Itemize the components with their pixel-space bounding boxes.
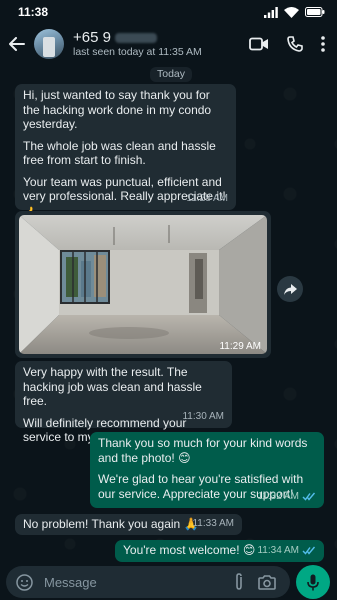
camera-icon[interactable] xyxy=(258,574,276,590)
message-text: You're most welcome! 😊 xyxy=(123,543,256,557)
microphone-icon xyxy=(307,574,319,590)
contact-name: +65 9 xyxy=(73,29,249,46)
status-icons xyxy=(264,6,325,18)
back-arrow-icon xyxy=(9,37,25,51)
message-text: Very happy with the result. The hacking … xyxy=(23,365,202,408)
message-text: No problem! Thank you again 🙏 xyxy=(23,517,199,531)
message-time: 11:28 AM xyxy=(186,192,228,204)
more-options-icon[interactable] xyxy=(321,36,325,52)
emoji-button[interactable] xyxy=(14,572,34,592)
voice-call-icon[interactable] xyxy=(287,36,303,52)
message-time: 11:33 AM xyxy=(192,517,234,529)
message-input[interactable] xyxy=(44,574,234,590)
read-receipt-icon xyxy=(302,546,316,555)
incoming-message[interactable]: Very happy with the result. The hacking … xyxy=(15,361,232,444)
message-meta: 11:32 AM xyxy=(257,490,316,505)
incoming-photo-message[interactable]: 11:29 AM xyxy=(15,211,271,358)
message-text: Hi, just wanted to say thank you for the… xyxy=(23,88,212,131)
incoming-message[interactable]: Hi, just wanted to say thank you for the… xyxy=(15,84,236,220)
contact-info[interactable]: +65 9 last seen today at 11:35 AM xyxy=(73,29,249,59)
message-text: The whole job was clean and hassle free … xyxy=(23,138,216,168)
attach-icon[interactable] xyxy=(234,573,244,591)
room-photo xyxy=(19,215,267,354)
contact-avatar[interactable] xyxy=(34,29,64,59)
voice-message-button[interactable] xyxy=(296,565,330,599)
contact-name-text: +65 9 xyxy=(73,29,111,46)
message-composer xyxy=(6,566,290,598)
message-time: 11:34 AM xyxy=(257,544,299,556)
message-meta: 11:34 AM xyxy=(257,544,316,559)
photo-attachment[interactable] xyxy=(19,215,267,354)
outgoing-message[interactable]: Thank you so much for your kind words an… xyxy=(90,432,324,508)
forward-button[interactable] xyxy=(277,276,303,302)
incoming-message[interactable]: No problem! Thank you again 🙏 11:33 AM xyxy=(15,514,242,535)
message-time: 11:30 AM xyxy=(182,410,224,422)
status-time: 11:38 xyxy=(18,5,49,19)
date-divider: Today xyxy=(150,67,193,82)
redacted-number xyxy=(115,33,158,44)
last-seen: last seen today at 11:35 AM xyxy=(73,46,202,58)
status-bar: 11:38 xyxy=(0,0,337,24)
video-call-icon[interactable] xyxy=(249,37,269,51)
forward-icon xyxy=(283,283,297,295)
message-time: 11:29 AM xyxy=(219,340,261,352)
read-receipt-icon xyxy=(302,492,316,501)
message-text: Thank you so much for your kind words an… xyxy=(98,436,308,465)
chat-area[interactable]: Today Hi, just wanted to say thank you f… xyxy=(0,64,337,564)
chat-header: +65 9 last seen today at 11:35 AM xyxy=(0,24,337,64)
composer-actions xyxy=(234,573,282,591)
emoji-icon xyxy=(15,573,33,591)
message-time: 11:32 AM xyxy=(257,490,299,502)
wifi-icon xyxy=(284,6,299,18)
back-button[interactable] xyxy=(6,33,28,55)
signal-icon xyxy=(264,6,278,18)
header-actions xyxy=(249,36,337,52)
battery-icon xyxy=(305,7,325,17)
outgoing-message[interactable]: You're most welcome! 😊 11:34 AM xyxy=(115,540,324,562)
